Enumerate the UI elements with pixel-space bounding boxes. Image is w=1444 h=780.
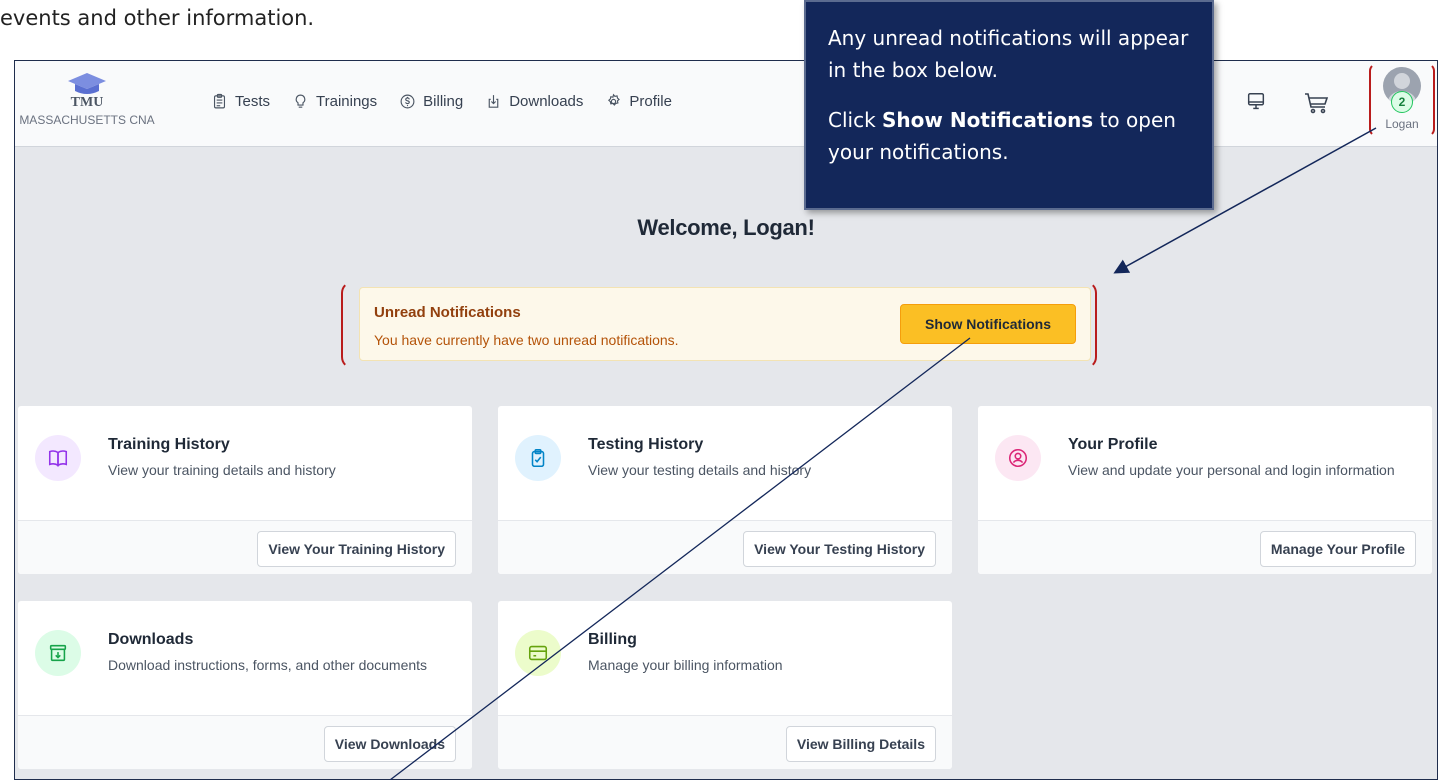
card-description: Download instructions, forms, and other … — [108, 657, 428, 673]
logo-brand: TMU — [70, 95, 104, 110]
notifications-title: Unread Notifications — [374, 304, 521, 321]
card-title: Billing — [588, 631, 637, 648]
view-billing-details-button[interactable]: View Billing Details — [785, 726, 936, 762]
card-title: Your Profile — [1068, 436, 1158, 453]
monitor-icon[interactable] — [1245, 91, 1267, 113]
clipboard-icon — [213, 93, 226, 109]
nav-billing-label: Billing — [423, 93, 464, 110]
show-notifications-button[interactable]: Show Notifications — [900, 304, 1076, 344]
card-description: View and update your personal and login … — [1068, 462, 1395, 478]
nav-trainings-label: Trainings — [316, 93, 378, 110]
nav-links: Tests Trainings Billing Downloads Profil… — [211, 93, 672, 110]
nav-tests[interactable]: Tests — [211, 93, 270, 110]
gear-icon — [608, 93, 621, 106]
top-navbar: TMU MASSACHUSETTS CNA Tests Trainings Bi… — [15, 61, 1437, 147]
nav-downloads[interactable]: Downloads — [485, 93, 583, 110]
dollar-icon — [400, 94, 415, 109]
card-description: Manage your billing information — [588, 657, 783, 673]
graduation-cap-icon — [68, 73, 106, 94]
archive-download-icon — [35, 630, 81, 676]
credit-card-icon — [515, 630, 561, 676]
notification-count-badge: 2 — [1391, 91, 1413, 113]
billing-card: Billing Manage your billing information … — [497, 600, 953, 770]
callout-line-2: Click Show Notifications to open your no… — [828, 108, 1176, 164]
view-testing-history-button[interactable]: View Your Testing History — [743, 531, 936, 567]
user-circle-icon — [995, 435, 1041, 481]
card-description: View your training details and history — [108, 462, 336, 478]
nav-downloads-label: Downloads — [509, 93, 584, 110]
welcome-heading: Welcome, Logan! — [637, 215, 815, 240]
nav-trainings[interactable]: Trainings — [292, 93, 377, 110]
training-history-card: Training History View your training deta… — [17, 405, 473, 575]
callout-line-1: Any unread notifications will appear in … — [828, 26, 1189, 82]
callout-bold-text: Show Notifications — [882, 108, 1094, 132]
nav-billing[interactable]: Billing — [399, 93, 463, 110]
book-icon — [35, 435, 81, 481]
clipboard-check-icon — [515, 435, 561, 481]
testing-history-card: Testing History View your testing detail… — [497, 405, 953, 575]
user-name: Logan — [1385, 117, 1419, 131]
card-description: View your testing details and history — [588, 462, 812, 478]
card-title: Downloads — [108, 631, 194, 648]
user-menu[interactable]: 2 Logan — [1373, 65, 1431, 137]
cart-icon[interactable] — [1303, 91, 1329, 115]
nav-profile[interactable]: Profile — [605, 93, 672, 110]
nav-profile-label: Profile — [629, 93, 672, 110]
card-title: Testing History — [588, 436, 704, 453]
download-icon — [488, 95, 499, 108]
manage-your-profile-button[interactable]: Manage Your Profile — [1259, 531, 1416, 567]
lightbulb-icon — [295, 94, 306, 108]
logo-subtitle: MASSACHUSETTS CNA — [19, 113, 155, 127]
view-training-history-button[interactable]: View Your Training History — [257, 531, 456, 567]
tutorial-callout: Any unread notifications will appear in … — [804, 0, 1214, 210]
view-downloads-button[interactable]: View Downloads — [323, 726, 456, 762]
unread-notifications-alert: Unread Notifications You have currently … — [359, 287, 1091, 361]
logo[interactable]: TMU MASSACHUSETTS CNA — [17, 71, 157, 127]
nav-tests-label: Tests — [235, 93, 271, 110]
card-title: Training History — [108, 436, 230, 453]
downloads-card: Downloads Download instructions, forms, … — [17, 600, 473, 770]
your-profile-card: Your Profile View and update your person… — [977, 405, 1433, 575]
nav-right: 2 Logan — [1197, 61, 1437, 147]
notifications-text: You have currently have two unread notif… — [374, 332, 679, 348]
app-window: TMU MASSACHUSETTS CNA Tests Trainings Bi… — [14, 60, 1438, 780]
intro-text: events and other information. — [0, 6, 315, 30]
